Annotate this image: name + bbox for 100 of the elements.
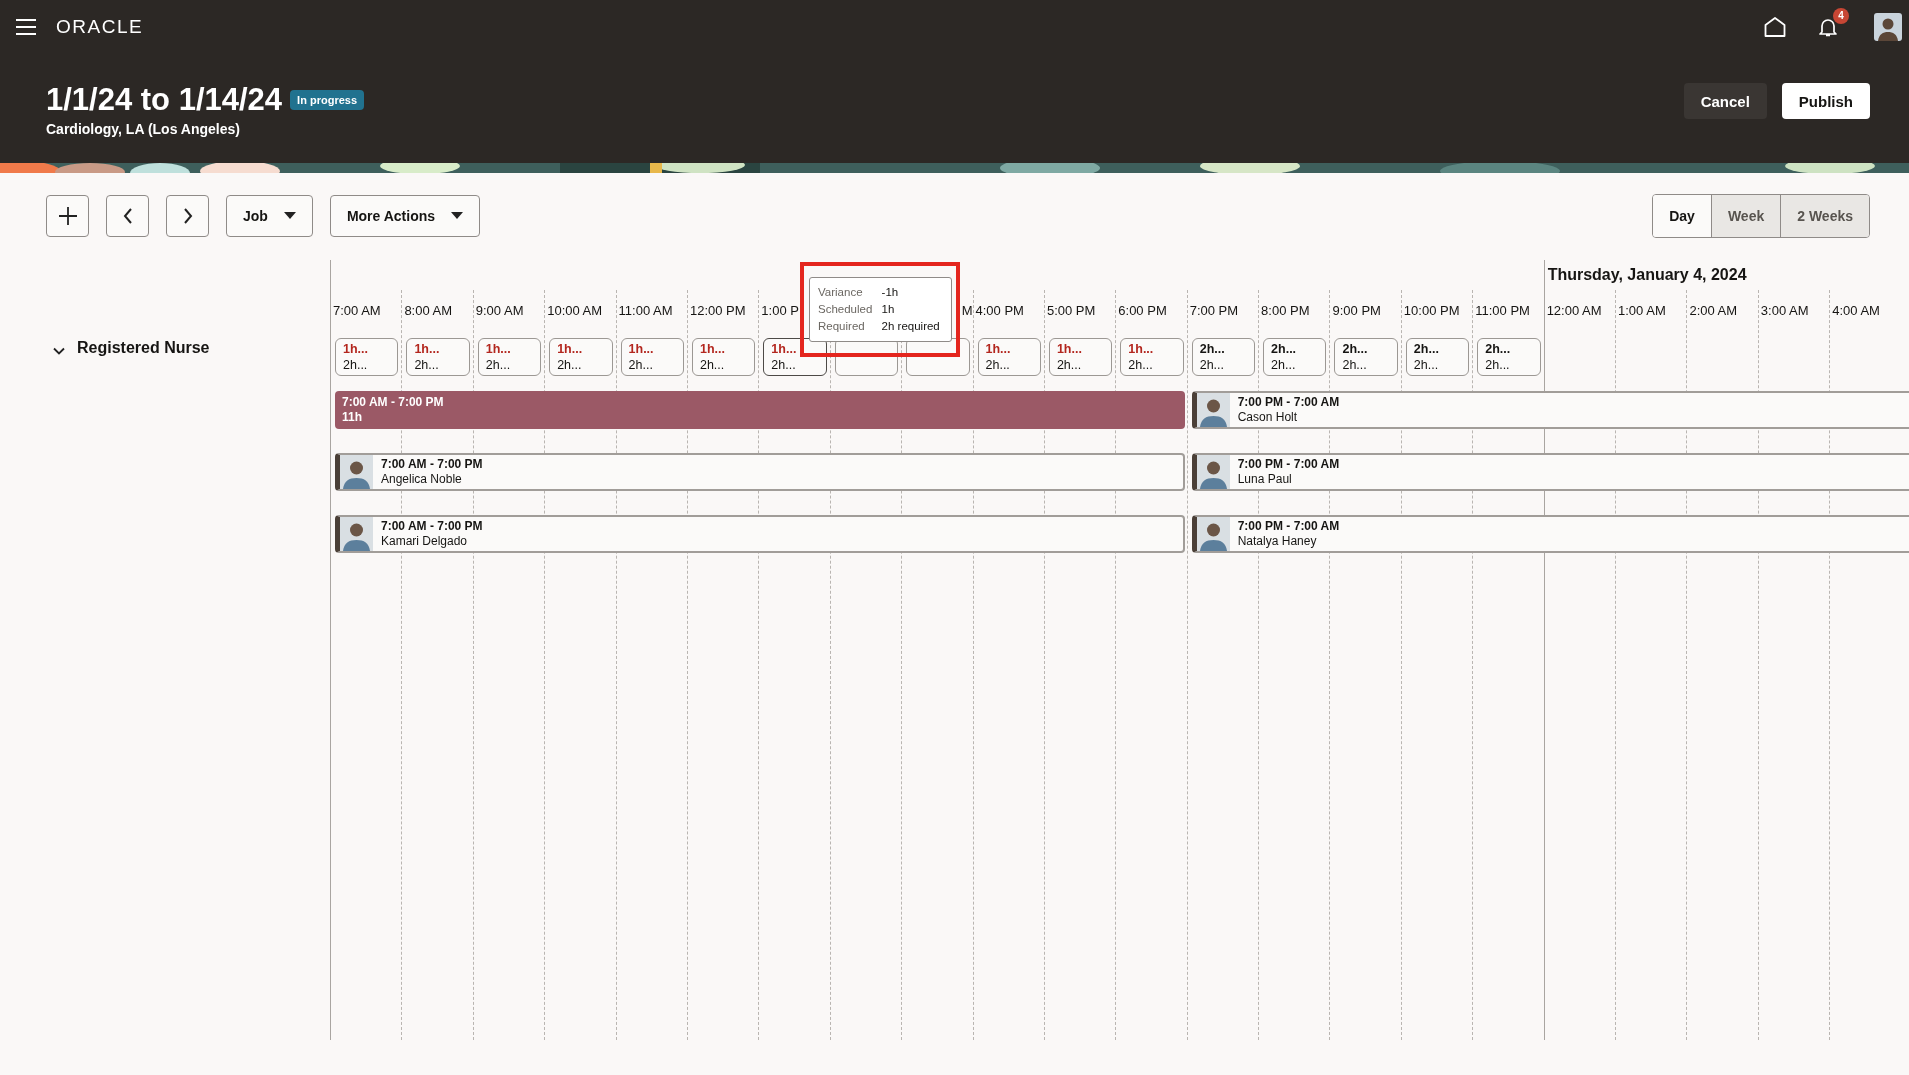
employee-name: Luna Paul [1237, 472, 1293, 487]
scheduled-hours: 1h... [699, 341, 726, 357]
tooltip-label: Required [818, 319, 866, 334]
required-hours: 2h... [1413, 357, 1440, 373]
hour-label: 9:00 AM [475, 302, 524, 318]
assigned-shift[interactable]: 7:00 PM - 7:00 AM Natalya Haney [1191, 515, 1909, 553]
dropdown-button[interactable]: Job [226, 195, 313, 237]
coverage-slot[interactable]: 1h... 2h... [335, 338, 399, 376]
open-shift[interactable]: 7:00 AM - 7:00 PM 11h [335, 391, 1185, 429]
chevron-left-icon [122, 208, 133, 224]
hour-label: 7:00 AM [333, 302, 381, 318]
tooltip-label: Scheduled [818, 302, 874, 317]
assigned-shift[interactable]: 7:00 AM - 7:00 PM Kamari Delgado [335, 515, 1185, 553]
required-hours: 2h... [1199, 357, 1225, 373]
coverage-slot[interactable]: 2h... 2h... [1191, 338, 1256, 376]
notification-badge: 4 [1833, 8, 1849, 24]
shift-time: 7:00 AM - 7:00 PM [342, 395, 445, 410]
tooltip-value: 2h required [881, 319, 941, 334]
avatar [1196, 455, 1230, 489]
hour-label: 11:00 PM [1475, 302, 1530, 318]
next-button[interactable] [166, 195, 209, 237]
required-hours: 2h... [1485, 357, 1511, 373]
shift-hours: 11h [342, 410, 363, 425]
chevron-right-icon [182, 208, 193, 224]
plus-icon [57, 206, 78, 226]
hour-label: 5:00 PM [1046, 302, 1096, 318]
scheduled-hours: 1h... [557, 341, 584, 357]
shift-time: 7:00 PM - 7:00 AM [1237, 395, 1340, 410]
hour-label: 3:00 AM [1760, 302, 1809, 318]
coverage-slot[interactable]: 1h... 2h... [763, 338, 827, 376]
coverage-slot[interactable]: 1h... 2h... [477, 338, 542, 376]
user-avatar[interactable] [1874, 13, 1902, 41]
hour-label: 7:00 PM [1189, 302, 1239, 318]
scheduled-hours: 1h... [343, 341, 369, 357]
shift-time: 7:00 PM - 7:00 AM [1237, 519, 1340, 534]
hour-label: 10:00 PM [1403, 302, 1460, 318]
hour-label: 10:00 AM [547, 302, 603, 318]
hour-label: 4:00 AM [1832, 302, 1880, 318]
coverage-slot[interactable]: 2h... 2h... [1334, 338, 1398, 376]
hour-label: 1:00 P [761, 302, 799, 318]
home-icon [1764, 17, 1786, 37]
caret-icon [283, 212, 296, 220]
hour-label: 11:00 AM [618, 302, 673, 318]
assigned-shift[interactable]: 7:00 AM - 7:00 PM Angelica Noble [335, 453, 1185, 491]
coverage-slot[interactable]: 1h... 2h... [691, 338, 756, 376]
hour-label: 1:00 AM [1618, 302, 1666, 318]
avatar [340, 455, 373, 489]
required-hours: 2h... [343, 357, 369, 373]
scheduled-hours: 1h... [628, 341, 655, 357]
required-hours: 2h... [557, 357, 583, 373]
required-hours: 2h... [985, 357, 1011, 373]
hour-label: M [961, 302, 973, 318]
coverage-slot[interactable]: 1h... 2h... [620, 338, 684, 376]
hour-label: 2:00 AM [1689, 302, 1738, 318]
schedule-title: 1/1/24 to 1/14/24 [46, 81, 283, 119]
scheduled-hours: 2h... [1271, 341, 1298, 357]
coverage-slot[interactable]: 1h... 2h... [1048, 338, 1113, 376]
coverage-slot[interactable]: 2h... 2h... [1405, 338, 1470, 376]
hour-label: 8:00 PM [1261, 302, 1310, 318]
required-hours: 2h... [699, 357, 726, 373]
previous-button[interactable] [106, 195, 149, 237]
coverage-slot[interactable]: 2h... 2h... [1477, 338, 1541, 376]
hour-label: 12:00 AM [1546, 302, 1602, 318]
required-hours: 2h... [771, 357, 797, 373]
employee-name: Natalya Haney [1237, 534, 1318, 549]
assigned-shift[interactable]: 7:00 PM - 7:00 AM Luna Paul [1191, 453, 1909, 491]
scheduled-hours: 1h... [985, 341, 1012, 357]
coverage-slot[interactable]: 2h... 2h... [1263, 338, 1327, 376]
coverage-slot[interactable]: 1h... 2h... [1120, 338, 1184, 376]
view-tab[interactable]: 2 Weeks [1780, 195, 1869, 237]
cancel-button[interactable]: Cancel [1683, 83, 1767, 119]
hour-label: 4:00 PM [975, 302, 1024, 318]
hour-label: 9:00 PM [1332, 302, 1381, 318]
avatar [1196, 517, 1230, 551]
required-hours: 2h... [1342, 357, 1368, 373]
tooltip-value: -1h [881, 285, 900, 300]
coverage-slot[interactable]: 1h... 2h... [406, 338, 470, 376]
tooltip-value: 1h [881, 302, 896, 317]
coverage-slot[interactable]: 1h... 2h... [549, 338, 613, 376]
assigned-shift[interactable]: 7:00 PM - 7:00 AM Cason Holt [1191, 391, 1909, 429]
view-tab[interactable]: Week [1710, 195, 1781, 237]
dropdown-button[interactable]: More Actions [329, 195, 481, 237]
caret-icon [451, 212, 464, 220]
tooltip-label: Variance [818, 285, 864, 300]
scheduled-hours: 1h... [414, 341, 441, 357]
shift-time: 7:00 PM - 7:00 AM [1237, 457, 1340, 472]
employee-name: Kamari Delgado [381, 534, 469, 549]
employee-name: Angelica Noble [381, 472, 463, 487]
hour-label: 8:00 AM [404, 302, 453, 318]
group-toggle[interactable]: Registered Nurse [50, 336, 212, 360]
hour-label: 6:00 PM [1118, 302, 1167, 318]
scheduled-hours: 1h... [771, 341, 798, 357]
coverage-slot[interactable]: 1h... 2h... [977, 338, 1041, 376]
status-badge: In progress [290, 90, 364, 110]
publish-button[interactable]: Publish [1781, 83, 1870, 119]
required-hours: 2h... [1271, 357, 1297, 373]
required-hours: 2h... [485, 357, 512, 373]
add-button[interactable] [46, 195, 89, 237]
required-hours: 2h... [1128, 357, 1154, 373]
hour-label: 12:00 PM [689, 302, 746, 318]
